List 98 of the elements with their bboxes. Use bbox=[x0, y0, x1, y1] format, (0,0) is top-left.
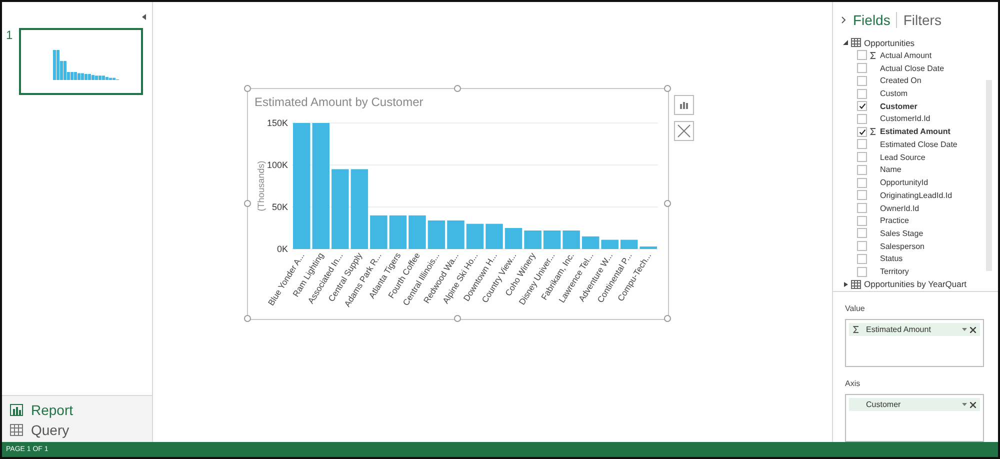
field-item[interactable]: Salesperson bbox=[843, 240, 986, 253]
axis-label: (Thousands) bbox=[256, 160, 266, 212]
checkbox[interactable] bbox=[857, 76, 867, 86]
close-button[interactable] bbox=[674, 121, 694, 141]
checkbox[interactable] bbox=[857, 126, 867, 137]
checkbox[interactable] bbox=[857, 50, 867, 60]
field-item[interactable]: Status bbox=[843, 252, 986, 266]
checkbox[interactable] bbox=[857, 152, 867, 162]
tick-label: 0K bbox=[276, 244, 288, 254]
table-node[interactable]: Opportunities bbox=[843, 36, 986, 50]
checkbox[interactable] bbox=[857, 266, 867, 277]
field-item[interactable]: Created On bbox=[843, 74, 986, 88]
well-label: Value bbox=[845, 304, 865, 313]
table-icon bbox=[851, 280, 861, 289]
bar bbox=[446, 220, 464, 249]
field-item[interactable]: Sales Stage bbox=[843, 227, 986, 240]
checkbox[interactable] bbox=[857, 241, 867, 252]
tick-label: 150K bbox=[266, 118, 288, 128]
drop-well[interactable]: Estimated Amount bbox=[845, 319, 984, 367]
chart-title: Estimated Amount by Customer bbox=[254, 94, 424, 109]
bar bbox=[504, 228, 522, 249]
bar bbox=[485, 224, 502, 249]
field-item[interactable]: OriginatingLeadId.Id bbox=[843, 188, 986, 202]
field-item[interactable]: Lead Source bbox=[843, 150, 986, 164]
checkbox[interactable] bbox=[857, 228, 867, 238]
well-label: Axis bbox=[845, 379, 860, 388]
chevron-icon bbox=[841, 16, 847, 24]
field-pill[interactable]: Estimated Amount bbox=[849, 323, 980, 336]
table-icon bbox=[851, 38, 861, 47]
bar bbox=[600, 240, 618, 249]
close-icon bbox=[970, 326, 976, 332]
collapse-icon[interactable] bbox=[142, 14, 146, 20]
table-icon bbox=[10, 424, 23, 436]
checkbox[interactable] bbox=[857, 101, 867, 112]
field-pill[interactable]: Customer bbox=[849, 398, 980, 411]
checkbox[interactable] bbox=[857, 216, 867, 226]
bar bbox=[524, 230, 541, 249]
checkbox[interactable] bbox=[857, 190, 867, 200]
nav-item[interactable]: Report bbox=[10, 402, 152, 418]
field-item[interactable]: Territory bbox=[843, 265, 986, 278]
field-item[interactable]: OwnerId.Id bbox=[843, 202, 986, 214]
page-number: 1 bbox=[6, 28, 13, 42]
caret-icon bbox=[962, 328, 967, 331]
caret-icon bbox=[962, 403, 967, 406]
resize-handle[interactable] bbox=[244, 85, 250, 92]
tick-label: 100K bbox=[266, 160, 288, 170]
bar bbox=[639, 246, 656, 249]
chart-type-button[interactable] bbox=[674, 95, 694, 115]
checkbox[interactable] bbox=[857, 88, 867, 99]
field-item[interactable]: Name bbox=[843, 163, 986, 176]
bar bbox=[620, 240, 638, 249]
bar-chart-icon bbox=[10, 404, 23, 416]
checkbox[interactable] bbox=[857, 139, 867, 150]
resize-handle[interactable] bbox=[454, 85, 460, 92]
bar bbox=[581, 236, 599, 249]
close-icon bbox=[676, 124, 690, 138]
field-item[interactable]: Actual Close Date bbox=[843, 62, 986, 74]
checkbox[interactable] bbox=[857, 178, 867, 188]
tick-label: 50K bbox=[271, 202, 288, 212]
bar bbox=[370, 215, 387, 249]
field-item[interactable]: CustomerId.Id bbox=[843, 112, 986, 126]
expander-icon[interactable] bbox=[843, 282, 848, 287]
checkbox[interactable] bbox=[857, 114, 867, 124]
resize-handle[interactable] bbox=[244, 315, 250, 322]
field-item[interactable]: Custom bbox=[843, 87, 986, 100]
bar-chart-icon bbox=[678, 101, 688, 109]
field-item[interactable]: OpportunityId bbox=[843, 176, 986, 189]
checkmark-icon bbox=[858, 128, 866, 135]
checkbox[interactable] bbox=[857, 254, 867, 264]
bar bbox=[408, 215, 426, 249]
panel-tab[interactable]: Filters bbox=[903, 12, 948, 28]
nav-item[interactable]: Query bbox=[10, 422, 152, 438]
bar bbox=[388, 215, 406, 249]
field-item[interactable]: Customer bbox=[843, 100, 986, 113]
expander-icon[interactable] bbox=[843, 40, 848, 45]
close-icon bbox=[970, 402, 976, 408]
resize-handle[interactable] bbox=[244, 200, 250, 207]
field-item[interactable]: Estimated Amount bbox=[843, 125, 986, 138]
panel-tab[interactable]: Fields bbox=[853, 12, 898, 28]
field-item[interactable]: Practice bbox=[843, 214, 986, 228]
checkmark-icon bbox=[858, 103, 866, 110]
checkbox[interactable] bbox=[857, 63, 867, 74]
checkbox[interactable] bbox=[857, 164, 867, 175]
bar bbox=[562, 230, 580, 249]
bar bbox=[466, 224, 484, 249]
field-item[interactable]: Estimated Close Date bbox=[843, 138, 986, 151]
field-item[interactable]: Actual Amount bbox=[843, 49, 986, 62]
table-node[interactable]: Opportunities by YearQuart bbox=[843, 278, 986, 291]
checkbox[interactable] bbox=[857, 203, 867, 213]
bar bbox=[427, 220, 445, 249]
page-thumbnail[interactable] bbox=[18, 28, 143, 95]
resize-handle[interactable] bbox=[664, 200, 670, 207]
resize-handle[interactable] bbox=[664, 315, 670, 322]
resize-handle[interactable] bbox=[664, 85, 670, 92]
resize-handle[interactable] bbox=[454, 315, 460, 322]
bar bbox=[542, 230, 560, 249]
scrollbar[interactable] bbox=[986, 80, 992, 271]
drop-well[interactable]: Customer bbox=[845, 394, 984, 442]
